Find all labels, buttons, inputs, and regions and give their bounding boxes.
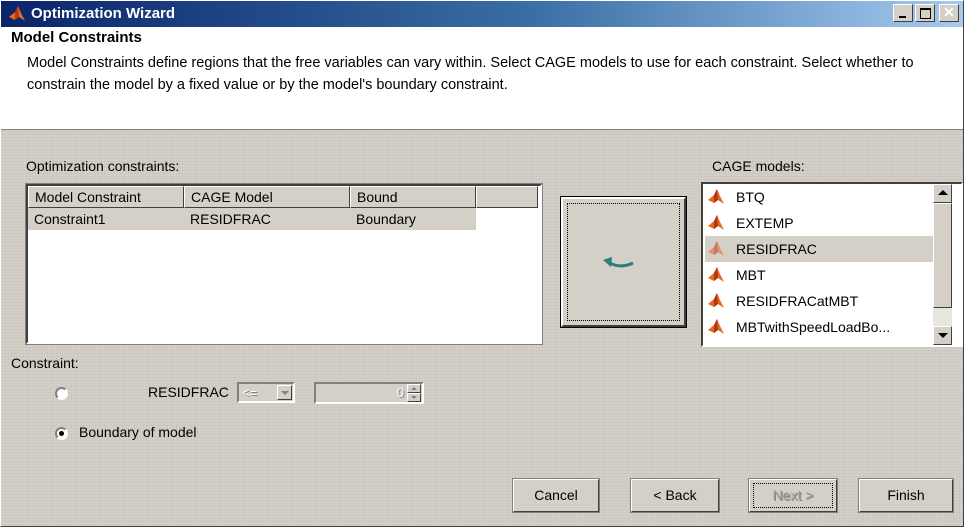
column-header[interactable]: Model Constraint: [28, 186, 184, 208]
page-description: Model Constraints define regions that th…: [27, 55, 914, 93]
table-row[interactable]: Constraint1 RESIDFRAC Boundary: [28, 208, 476, 230]
minimize-button[interactable]: [893, 4, 913, 22]
list-item-label: RESIDFRAC: [736, 241, 817, 257]
chevron-down-icon: [281, 391, 289, 395]
back-button[interactable]: < Back: [630, 478, 720, 513]
value-field: 0: [396, 385, 404, 400]
add-model-button[interactable]: [560, 196, 687, 328]
maximize-button[interactable]: [915, 4, 935, 22]
next-button[interactable]: Next >: [748, 478, 838, 513]
cage-models-list[interactable]: BTQ EXTEMP RESIDFRAC MBT RESIDFRACatMBT …: [701, 182, 963, 347]
wizard-window: Optimization Wizard ✕ Model Constraints …: [0, 0, 964, 527]
list-item-label: MBT: [736, 267, 766, 283]
list-item-label: MBTwithSpeedLoadBo...: [736, 319, 891, 335]
matlab-logo-icon: [707, 318, 725, 336]
matlab-logo-icon: [707, 188, 725, 206]
cell-constraint: Constraint1: [34, 211, 106, 227]
cancel-button[interactable]: Cancel: [512, 478, 600, 513]
cage-models-label: CAGE models:: [712, 158, 805, 174]
constraints-table[interactable]: Model Constraint CAGE Model Bound Constr…: [25, 183, 543, 345]
list-item[interactable]: MBT: [705, 262, 935, 288]
matlab-logo-icon: [707, 214, 725, 232]
matlab-logo-icon: [707, 240, 725, 258]
fixed-value-radio[interactable]: [55, 387, 68, 400]
models-scrollbar[interactable]: [933, 184, 952, 345]
column-header[interactable]: CAGE Model: [184, 186, 350, 208]
boundary-label[interactable]: Boundary of model: [79, 424, 197, 440]
column-header[interactable]: Bound: [350, 186, 476, 208]
add-arrow-icon: [601, 256, 637, 275]
scroll-down-icon: [938, 333, 948, 338]
scroll-up-button[interactable]: [933, 184, 952, 203]
list-item-label: BTQ: [736, 189, 765, 205]
spin-up-icon: [411, 387, 417, 390]
operator-select[interactable]: <=: [237, 382, 295, 403]
boundary-radio[interactable]: [55, 427, 68, 440]
close-button[interactable]: ✕: [939, 4, 959, 22]
operator-dropdown-button[interactable]: [277, 385, 292, 400]
scroll-down-button[interactable]: [933, 326, 952, 345]
list-item-label: RESIDFRACatMBT: [736, 293, 859, 309]
scroll-up-icon: [938, 190, 948, 195]
table-header: Model Constraint CAGE Model Bound: [28, 186, 538, 208]
maximize-icon: [920, 8, 931, 19]
value-spinner[interactable]: 0: [314, 382, 424, 404]
column-header-filler: [476, 186, 538, 208]
radio-selected-dot: [59, 431, 64, 436]
window-title: Optimization Wizard: [31, 5, 176, 22]
finish-button[interactable]: Finish: [858, 478, 954, 513]
spin-down-icon: [411, 396, 417, 399]
cell-model: RESIDFRAC: [190, 211, 271, 227]
scroll-thumb[interactable]: [933, 203, 952, 308]
matlab-logo-icon: [707, 266, 725, 284]
list-item[interactable]: MBTwithSpeedLoadBo...: [705, 314, 935, 340]
matlab-logo-icon: [707, 292, 725, 310]
close-icon: ✕: [943, 4, 955, 20]
matlab-logo-icon: [8, 5, 26, 23]
page-title: Model Constraints: [11, 29, 142, 46]
spin-down-button[interactable]: [407, 393, 421, 402]
spin-up-button[interactable]: [407, 384, 421, 393]
wizard-header: Model Constraints Model Constraints defi…: [1, 27, 963, 130]
list-item-label: EXTEMP: [736, 215, 794, 231]
constraint-label: Constraint:: [11, 355, 79, 371]
minimize-icon: [899, 16, 906, 18]
cell-bound: Boundary: [356, 211, 416, 227]
list-item[interactable]: BTQ: [705, 184, 935, 210]
list-item[interactable]: EXTEMP: [705, 210, 935, 236]
constraints-label: Optimization constraints:: [26, 158, 180, 174]
focus-rect: [753, 483, 833, 508]
list-item[interactable]: RESIDFRACatMBT: [705, 288, 935, 314]
operator-value: <=: [242, 385, 258, 400]
list-item-selected[interactable]: RESIDFRAC: [705, 236, 935, 262]
constraint-model-name: RESIDFRAC: [148, 384, 229, 400]
title-bar[interactable]: Optimization Wizard ✕: [1, 1, 963, 27]
